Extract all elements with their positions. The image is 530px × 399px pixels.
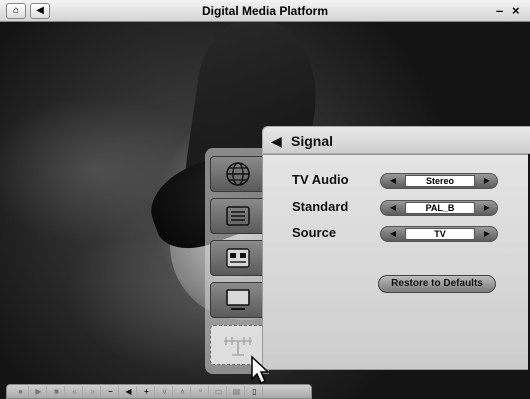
- source-label: Source: [292, 225, 337, 240]
- title-bar: ⌂ ◀ Digital Media Platform – ×: [0, 0, 530, 22]
- source-spinner[interactable]: ◀ TV ▶: [380, 226, 498, 242]
- transport-button[interactable]: ▭: [211, 385, 227, 398]
- transport-button[interactable]: ∧: [175, 385, 191, 398]
- minimize-button[interactable]: –: [496, 3, 503, 18]
- transport-button[interactable]: ∨: [157, 385, 173, 398]
- right-arrow-icon[interactable]: ▶: [477, 227, 497, 241]
- transport-button[interactable]: ▯: [247, 385, 263, 398]
- antenna-icon: [224, 337, 252, 356]
- window-title: Digital Media Platform: [201, 4, 329, 18]
- right-arrow-icon[interactable]: ▶: [477, 201, 497, 215]
- tv-audio-label: TV Audio: [292, 172, 349, 187]
- globe-icon: [226, 162, 250, 186]
- transport-button[interactable]: ▶: [31, 385, 47, 398]
- transport-button[interactable]: ▤: [229, 385, 245, 398]
- close-button[interactable]: ×: [512, 3, 520, 18]
- list-icon: [226, 206, 250, 226]
- tuner-icon: [226, 248, 250, 268]
- transport-button[interactable]: »: [85, 385, 101, 398]
- standard-value: PAL_B: [405, 202, 475, 214]
- source-value: TV: [405, 228, 475, 240]
- right-arrow-icon[interactable]: ▶: [477, 174, 497, 188]
- left-arrow-icon[interactable]: ◀: [383, 227, 403, 241]
- transport-bar: ● ▶ ■ «» – ◀ + ∨ ∧ ⁹ ▭ ▤ ▯: [6, 384, 312, 399]
- transport-button[interactable]: ●: [13, 385, 29, 398]
- restore-defaults-button[interactable]: Restore to Defaults: [378, 275, 496, 293]
- panel-title: Signal: [291, 133, 334, 149]
- panel-back-arrow-icon[interactable]: ◀: [271, 133, 282, 150]
- tab-monitor[interactable]: [210, 282, 266, 318]
- panel-header: ◀ Signal: [262, 126, 530, 154]
- tv-audio-spinner[interactable]: ◀ Stereo ▶: [380, 173, 498, 189]
- tv-audio-value: Stereo: [405, 175, 475, 187]
- left-arrow-icon[interactable]: ◀: [383, 174, 403, 188]
- tab-list[interactable]: [210, 198, 266, 234]
- transport-button[interactable]: +: [139, 385, 155, 398]
- mouse-cursor-icon: [251, 355, 270, 385]
- transport-button[interactable]: ⁹: [193, 385, 209, 398]
- transport-button[interactable]: ■: [49, 385, 65, 398]
- monitor-icon: [226, 289, 250, 310]
- transport-button[interactable]: ◀: [121, 385, 137, 398]
- transport-button[interactable]: –: [103, 385, 119, 398]
- standard-label: Standard: [292, 199, 349, 214]
- left-arrow-icon[interactable]: ◀: [383, 201, 403, 215]
- tab-globe[interactable]: [210, 156, 266, 192]
- transport-button[interactable]: «: [67, 385, 83, 398]
- standard-spinner[interactable]: ◀ PAL_B ▶: [380, 200, 498, 216]
- tab-tuner[interactable]: [210, 240, 266, 276]
